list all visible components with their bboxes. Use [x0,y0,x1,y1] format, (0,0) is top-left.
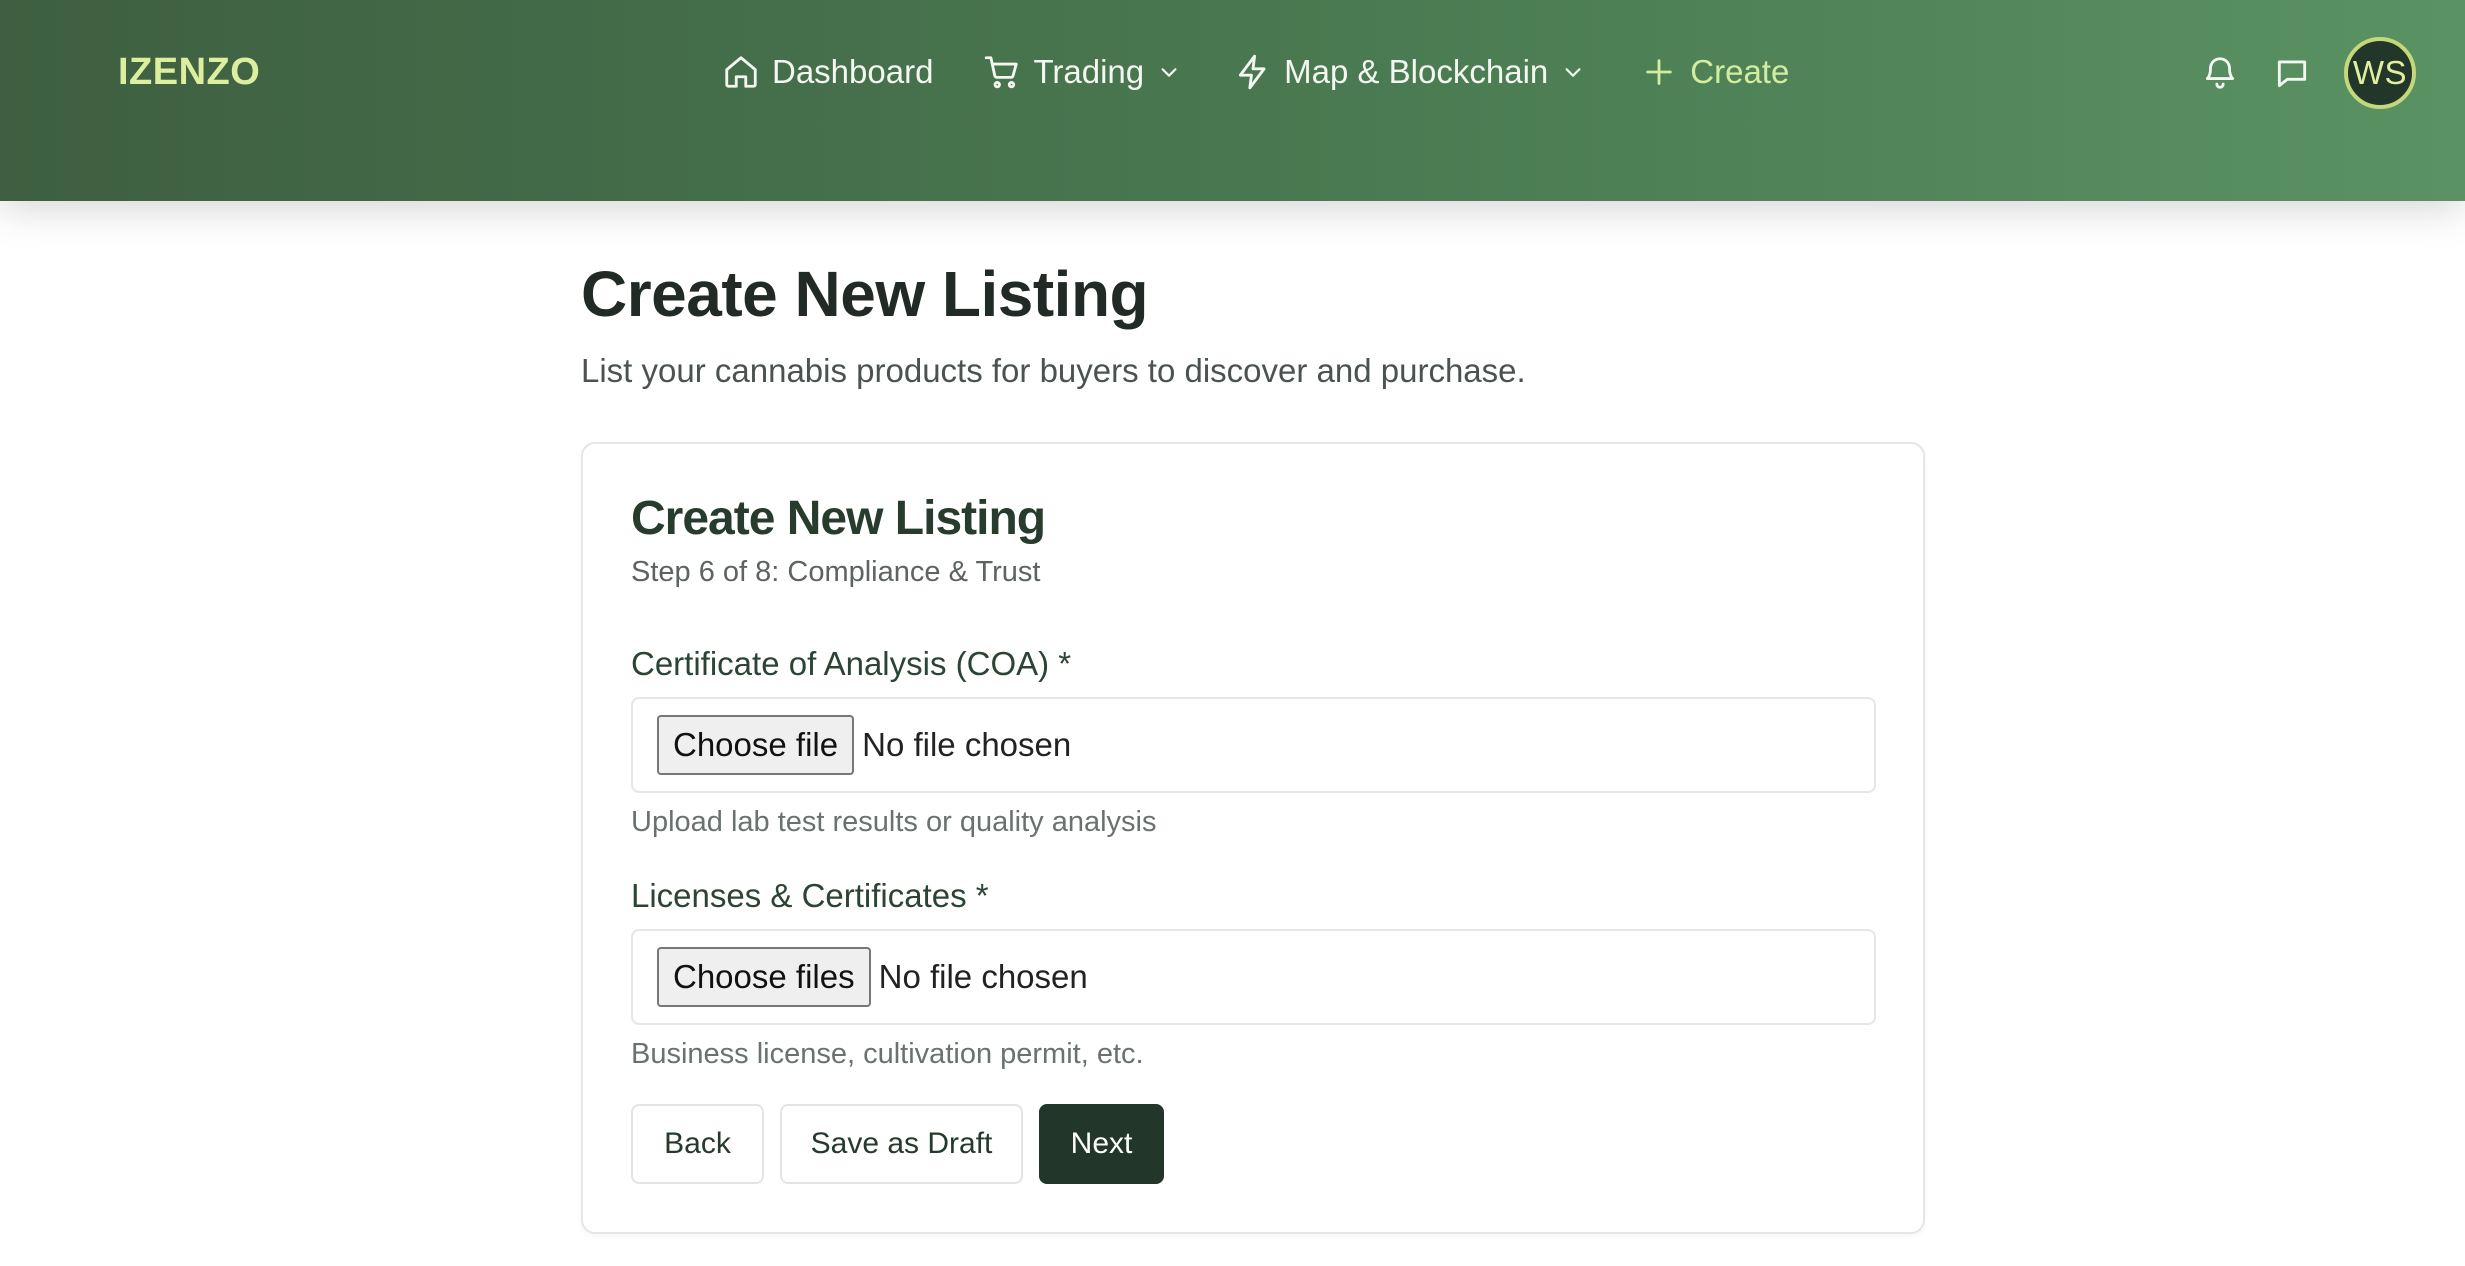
card-title: Create New Listing [631,492,1046,545]
coa-help-text: Upload lab test results or quality analy… [631,806,1157,838]
back-button[interactable]: Back [631,1104,764,1184]
licenses-help-text: Business license, cultivation permit, et… [631,1038,1144,1070]
top-navigation-bar: IZENZO Dashboard Trading Map & Blockchai… [0,0,2465,201]
coa-choose-file-button[interactable]: Choose file [657,715,855,775]
main-nav: Dashboard Trading Map & Blockchain Creat… [722,46,1789,98]
page-subtitle: List your cannabis products for buyers t… [581,352,1526,389]
nav-trading[interactable]: Trading [983,52,1180,92]
step-indicator: Step 6 of 8: Compliance & Trust [631,556,1041,588]
nav-map-blockchain[interactable]: Map & Blockchain [1234,52,1584,92]
nav-dashboard-label: Dashboard [772,53,934,90]
lightning-icon [1234,53,1272,91]
licenses-file-input[interactable]: Choose files No file chosen [631,929,1876,1025]
chat-icon[interactable] [2272,53,2312,93]
nav-create-label: Create [1690,53,1790,90]
nav-dashboard[interactable]: Dashboard [722,52,933,92]
next-button[interactable]: Next [1039,1104,1164,1184]
licenses-label: Licenses & Certificates * [631,877,989,914]
page-title: Create New Listing [581,258,1149,330]
header-actions: WS [2200,36,2416,110]
licenses-choose-files-button[interactable]: Choose files [657,947,871,1007]
listing-form-card: Create New Listing Step 6 of 8: Complian… [581,442,1925,1234]
bell-icon[interactable] [2200,53,2240,93]
licenses-file-status: No file chosen [878,958,1088,995]
brand-logo[interactable]: IZENZO [118,48,260,96]
chevron-down-icon [1158,61,1180,83]
chevron-down-icon [1562,61,1584,83]
home-icon [722,53,760,91]
plus-icon [1642,55,1676,89]
cart-icon [983,53,1021,91]
coa-file-input[interactable]: Choose file No file chosen [631,697,1876,793]
coa-label: Certificate of Analysis (COA) * [631,645,1072,682]
nav-create[interactable]: Create [1642,52,1789,92]
coa-file-status: No file chosen [862,726,1072,763]
save-draft-button[interactable]: Save as Draft [780,1104,1023,1184]
form-actions: Back Save as Draft Next [631,1104,1164,1184]
avatar[interactable]: WS [2344,37,2416,109]
nav-trading-label: Trading [1033,53,1145,90]
nav-map-label: Map & Blockchain [1284,53,1549,90]
